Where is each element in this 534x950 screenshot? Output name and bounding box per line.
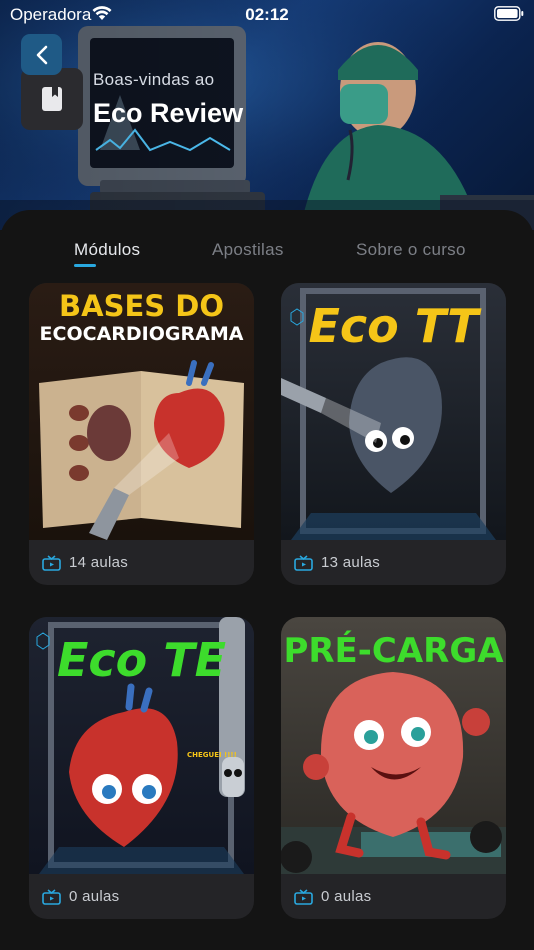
status-bar: Operadora 02:12	[0, 0, 534, 28]
module-title: Eco TE	[56, 633, 227, 687]
module-card-pre-carga[interactable]: PRÉ-CARGA 0 aulas	[281, 617, 506, 919]
tv-icon	[294, 554, 313, 571]
module-card-footer: 14 aulas	[29, 540, 254, 585]
module-thumbnail: BASES DO ECOCARDIOGRAMA	[29, 283, 254, 540]
active-tab-indicator	[74, 264, 96, 267]
tv-icon	[42, 554, 61, 571]
module-card-eco-te[interactable]: Eco TE CHEGUEI !!!! 0 aulas	[29, 617, 254, 919]
module-card-footer: 13 aulas	[281, 540, 506, 585]
module-title-line1: BASES DO	[59, 289, 224, 323]
lesson-count: 14 aulas	[69, 554, 129, 571]
welcome-text: Boas-vindas ao	[93, 70, 215, 89]
course-title: Eco Review	[93, 98, 244, 128]
course-icon-tile	[21, 68, 83, 130]
clock: 02:12	[245, 5, 289, 24]
book-icon	[42, 87, 62, 111]
module-thumbnail: PRÉ-CARGA	[281, 617, 506, 874]
lesson-count: 0 aulas	[69, 888, 120, 905]
module-card-bases-do-ecocardiograma[interactable]: BASES DO ECOCARDIOGRAMA 14 aulas	[29, 283, 254, 585]
tab-sobre-o-curso[interactable]: Sobre o curso	[356, 240, 466, 260]
module-title-line2: ECOCARDIOGRAMA	[39, 323, 244, 345]
tab-modulos[interactable]: Módulos	[74, 240, 140, 260]
tab-apostilas[interactable]: Apostilas	[212, 240, 284, 260]
module-card-footer: 0 aulas	[29, 874, 254, 919]
module-thumbnail: Eco TE CHEGUEI !!!!	[29, 617, 254, 874]
battery-icon	[494, 6, 524, 21]
module-title: PRÉ-CARGA	[283, 631, 504, 671]
tab-bar: Módulos Apostilas Sobre o curso	[0, 238, 534, 278]
module-card-eco-tt[interactable]: Eco TT 13 aulas	[281, 283, 506, 585]
tv-icon	[42, 888, 61, 905]
back-button[interactable]	[21, 34, 62, 75]
module-thumbnail: Eco TT	[281, 283, 506, 540]
chevron-left-icon	[36, 45, 47, 64]
lesson-count: 0 aulas	[321, 888, 372, 905]
tv-icon	[294, 888, 313, 905]
module-card-footer: 0 aulas	[281, 874, 506, 919]
lesson-count: 13 aulas	[321, 554, 381, 571]
module-caption: CHEGUEI !!!!	[187, 751, 237, 759]
module-title: Eco TT	[308, 299, 479, 353]
